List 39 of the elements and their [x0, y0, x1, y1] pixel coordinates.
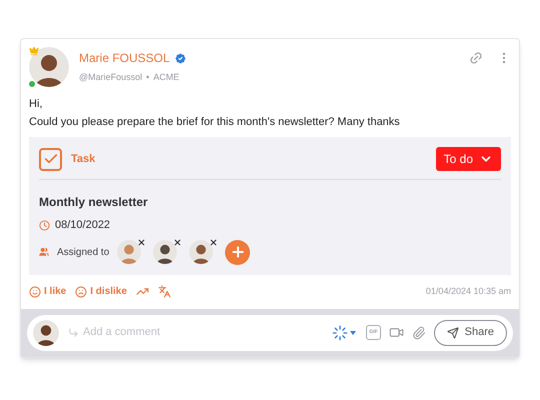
- caret-icon[interactable]: [350, 330, 356, 334]
- author-handle: @MarieFoussol: [79, 71, 142, 84]
- avatar: [189, 240, 214, 264]
- clock-icon: [39, 220, 50, 231]
- avatar: [117, 240, 142, 264]
- remove-icon[interactable]: [209, 238, 218, 247]
- comment-input[interactable]: Add a comment: [83, 324, 332, 341]
- reaction-button[interactable]: I dislike: [75, 284, 127, 299]
- plus-icon: [230, 244, 246, 260]
- author-name[interactable]: Marie FOUSSOL: [79, 49, 170, 67]
- reply-arrow-icon: [68, 327, 79, 338]
- remove-icon[interactable]: [173, 238, 182, 247]
- message-text: Hi,: [29, 97, 44, 112]
- assigned-label: Assigned to: [57, 246, 110, 260]
- remove-icon[interactable]: [137, 238, 146, 247]
- send-icon: [446, 326, 459, 338]
- avatar: [33, 320, 59, 346]
- due-date: 08/10/2022: [55, 218, 110, 233]
- translate-icon: [158, 285, 171, 298]
- message-text: Could you please prepare the brief for this month's newsletter? Many thanks: [29, 115, 401, 130]
- reaction-button[interactable]: I like: [29, 284, 66, 299]
- crown-icon: [29, 46, 39, 56]
- avatar: [153, 240, 178, 264]
- timestamp: 01/04/2024 10:35 am: [426, 284, 511, 298]
- task-checkbox[interactable]: [39, 148, 62, 170]
- action-button[interactable]: [158, 285, 171, 298]
- people-icon: [39, 247, 49, 257]
- sparkle-icon[interactable]: [332, 324, 348, 340]
- separator-dot: •: [146, 71, 150, 84]
- smile-icon: [29, 286, 41, 298]
- task-title: Monthly newsletter: [39, 194, 149, 211]
- share-button[interactable]: Share: [434, 320, 507, 346]
- company-name: ACME: [153, 71, 180, 84]
- attach-icon[interactable]: [412, 326, 426, 340]
- task-label: Task: [71, 152, 96, 167]
- status-dropdown[interactable]: To do: [436, 147, 501, 171]
- add-assignee-button[interactable]: [225, 240, 250, 264]
- avatar: [29, 47, 69, 87]
- frown-icon: [75, 286, 88, 298]
